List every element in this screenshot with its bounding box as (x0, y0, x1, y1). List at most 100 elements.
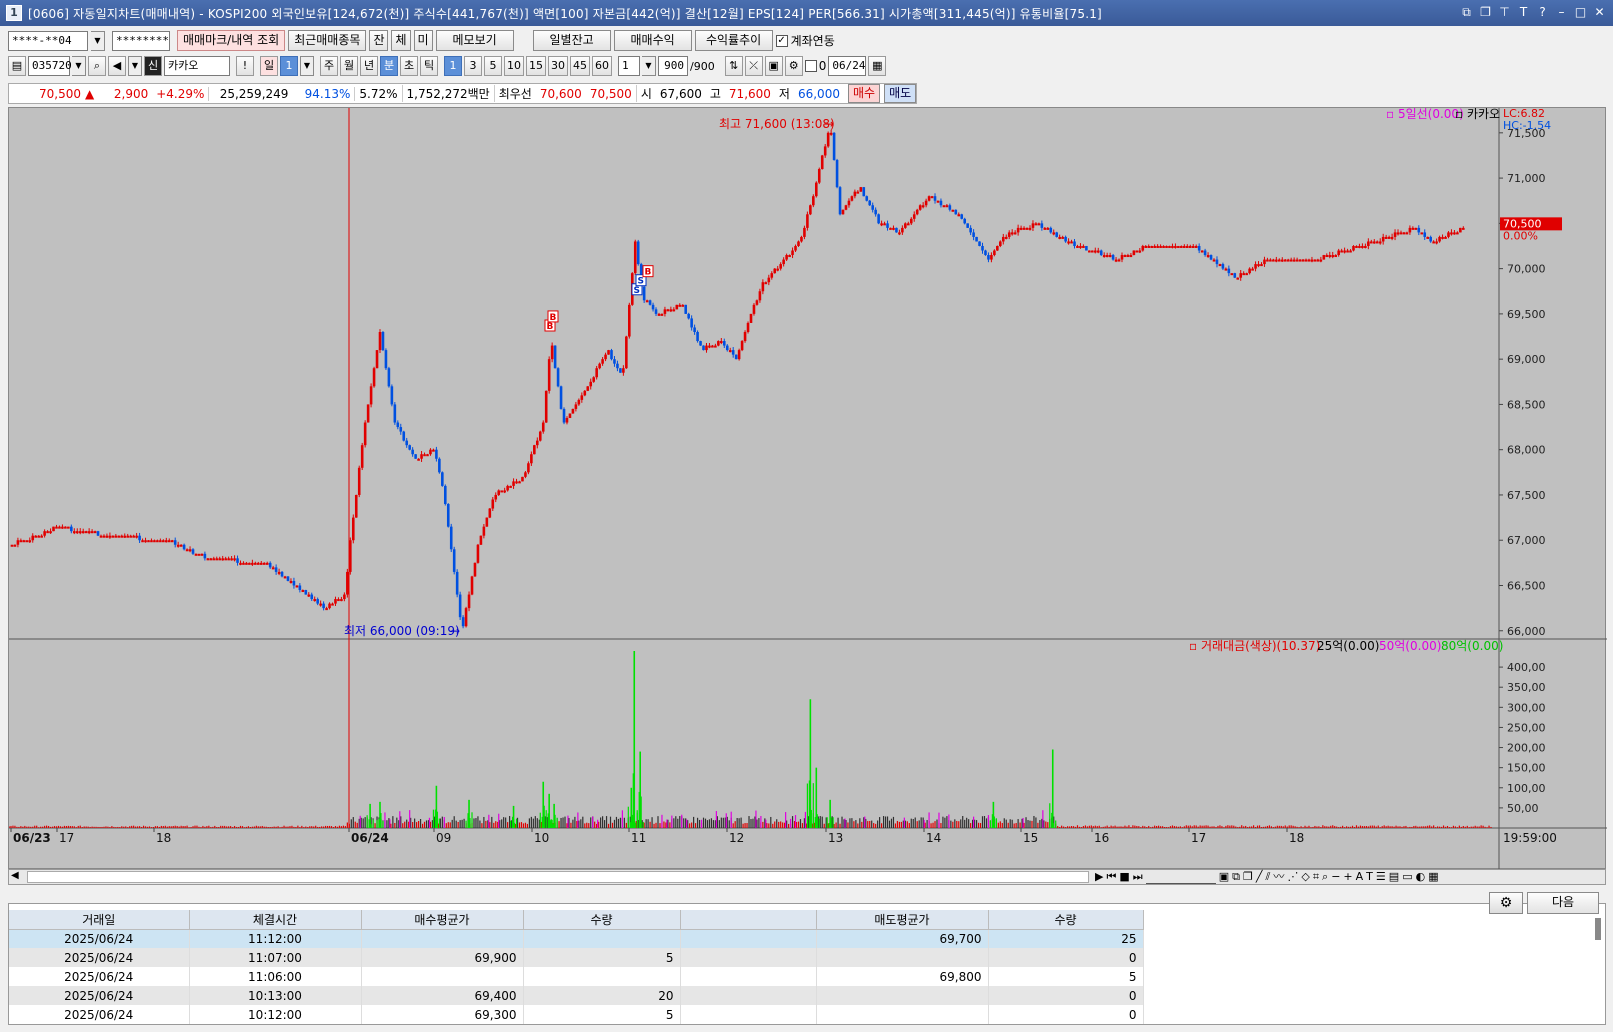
help-icon[interactable]: ? (1535, 4, 1550, 20)
return-trend-button[interactable]: 수익률추이 (694, 30, 773, 51)
last-icon[interactable]: ⏭ (1133, 870, 1143, 884)
table-row[interactable]: 2025/06/24 10:12:00 69,300 5 0 (9, 1005, 1144, 1024)
sell-button[interactable]: 매도 (884, 84, 917, 103)
crop-icon[interactable]: ⌗ (1313, 870, 1319, 884)
minute-1-button[interactable]: 1 (444, 56, 462, 76)
multi-line-icon[interactable]: ⫽ (1265, 870, 1270, 884)
chart-scrollbar[interactable]: ◀ ▶ ⏮ ■ ⏭ ▣ ⧉ ❐ ╱ ⫽ 〰 ⋰ ◇ ⌗ ⌕ − + A T ☰ … (8, 869, 1606, 885)
candle-body (375, 350, 379, 369)
next-button[interactable]: 다음 (1527, 892, 1599, 914)
count-select[interactable]: 1 (618, 56, 640, 76)
settings-gear-icon[interactable]: ⚙ (1489, 892, 1523, 914)
table-row[interactable]: 2025/06/24 11:12:00 69,700 25 (9, 929, 1144, 948)
mark-query-button[interactable]: 매매마크/내역 조회 (177, 30, 286, 51)
trade-profit-button[interactable]: 매매수익 (613, 30, 692, 51)
maximize-icon[interactable]: □ (1573, 4, 1588, 20)
period-week-button[interactable]: 주 (320, 56, 338, 76)
app-icon[interactable]: 1 (6, 5, 22, 21)
more-icon[interactable]: ▦ (1428, 870, 1438, 884)
period-second-button[interactable]: 초 (400, 56, 418, 76)
trade-mark-label: B (550, 313, 557, 323)
multi-window-icon[interactable]: ⧉ (1232, 870, 1240, 884)
save-icon[interactable]: ▣ (764, 56, 783, 76)
font-icon[interactable]: T (1516, 4, 1531, 20)
date-input[interactable]: 06/24 (828, 56, 867, 76)
minimize-icon[interactable]: – (1554, 4, 1569, 20)
period-month-button[interactable]: 월 (340, 56, 358, 76)
wave-icon[interactable]: 〰 (1273, 870, 1284, 884)
calendar-icon[interactable]: ▦ (868, 56, 887, 76)
window-icon[interactable]: ❐ (1243, 870, 1253, 884)
alert-button[interactable]: ! (236, 56, 254, 76)
shape-icon[interactable]: ◇ (1301, 870, 1309, 884)
zoom-out-icon[interactable]: − (1331, 870, 1340, 884)
period-tick-button[interactable]: 틱 (420, 56, 438, 76)
password-input[interactable]: ******** (112, 30, 170, 51)
period-minute-button[interactable]: 분 (380, 56, 398, 76)
erase-icon[interactable]: ⤫ (744, 56, 763, 76)
period-num-dropdown-icon[interactable]: ▼ (300, 56, 314, 76)
tab-mi[interactable]: 미 (413, 30, 433, 51)
minute-15-button[interactable]: 15 (526, 56, 546, 76)
list-icon[interactable]: ☰ (1376, 870, 1386, 884)
link-icon[interactable]: ⧉ (1459, 4, 1474, 20)
zero-checkbox[interactable] (804, 60, 817, 72)
gear-icon[interactable]: ⚙ (784, 56, 803, 76)
recent-trades-button[interactable]: 최근매매종목 (288, 30, 367, 51)
count-input[interactable]: 900 (658, 56, 688, 76)
magnify-icon[interactable]: ⌕ (1322, 870, 1328, 884)
account-input[interactable]: ****-**04 (8, 30, 88, 51)
period-year-button[interactable]: 년 (360, 56, 378, 76)
box-icon[interactable]: ▭ (1402, 870, 1412, 884)
trendline-icon[interactable]: ╱ (1256, 870, 1263, 884)
text-size-icon[interactable]: T (1366, 870, 1373, 884)
memo-button[interactable]: 메모보기 (435, 30, 514, 51)
minute-10-button[interactable]: 10 (504, 56, 524, 76)
compare-icon[interactable]: ⇅ (724, 56, 743, 76)
stock-name-field[interactable]: 카카오 (164, 56, 230, 76)
table-row[interactable]: 2025/06/24 10:13:00 69,400 20 0 (9, 986, 1144, 1005)
chart-canvas[interactable]: 최고 71,600 (13:08)→최저 66,000 (09:19)→BBSS… (8, 107, 1607, 870)
candle-body (479, 535, 483, 545)
scroll-right-icon[interactable]: ▶ (1095, 870, 1103, 884)
tab-che[interactable]: 체 (391, 30, 411, 51)
account-dropdown-icon[interactable]: ▼ (91, 30, 105, 51)
zoom-in-icon[interactable]: + (1343, 870, 1352, 884)
palette-icon[interactable]: ◐ (1416, 870, 1426, 884)
daily-balance-button[interactable]: 일별잔고 (532, 30, 611, 51)
code-dropdown-icon[interactable]: ▼ (72, 56, 86, 76)
stop-icon[interactable]: ■ (1119, 870, 1129, 884)
pin-icon[interactable]: ⊤ (1497, 4, 1512, 20)
minute-3-button[interactable]: 3 (464, 56, 482, 76)
restore-layout-icon[interactable]: ❐ (1478, 4, 1493, 20)
minute-5-button[interactable]: 5 (484, 56, 502, 76)
panel-icon[interactable]: ▤ (8, 56, 26, 76)
grid-icon[interactable]: ▤ (1389, 870, 1399, 884)
minute-30-button[interactable]: 30 (548, 56, 568, 76)
count-dropdown-icon[interactable]: ▼ (642, 56, 656, 76)
scroll-thumb[interactable] (27, 871, 1089, 883)
period-day-button[interactable]: 일 (260, 56, 278, 76)
tab-jan[interactable]: 잔 (369, 30, 389, 51)
table-row[interactable]: 2025/06/24 11:07:00 69,900 5 0 (9, 948, 1144, 967)
sound-dropdown-icon[interactable]: ▼ (128, 56, 142, 76)
period-num-field[interactable]: 1 (280, 56, 298, 76)
chart-area[interactable]: 최고 71,600 (13:08) → 최저 66,000 (09:19) → B B S S… (8, 107, 1607, 870)
layout-icon[interactable]: ▣ (1219, 870, 1229, 884)
scroll-left-icon[interactable]: ◀ (11, 870, 19, 881)
table-row[interactable]: 2025/06/24 11:06:00 69,800 5 (9, 967, 1144, 986)
fib-icon[interactable]: ⋰ (1287, 870, 1298, 884)
zoom-slider[interactable] (1145, 870, 1216, 884)
close-icon[interactable]: ✕ (1592, 4, 1607, 20)
sound-icon[interactable]: ◀ (108, 56, 126, 76)
table-scrollbar[interactable] (1595, 918, 1601, 940)
link-checkbox[interactable]: ✓ (775, 34, 788, 47)
text-tool-icon[interactable]: A (1356, 870, 1364, 884)
minute-60-button[interactable]: 60 (592, 56, 612, 76)
minute-45-button[interactable]: 45 (570, 56, 590, 76)
buy-button[interactable]: 매수 (847, 84, 881, 103)
candle-body (328, 603, 331, 609)
search-icon[interactable]: ⌕ (88, 56, 106, 76)
stock-code-input[interactable]: 035720 (28, 56, 72, 76)
first-icon[interactable]: ⏮ (1106, 870, 1116, 884)
